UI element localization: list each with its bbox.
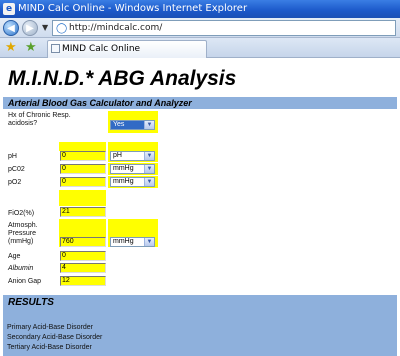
history-dropdown-icon[interactable]: ▼	[42, 23, 48, 32]
page-content: M.I.N.D.* ABG Analysis Arterial Blood Ga…	[0, 59, 400, 356]
albumin-input[interactable]: 4	[60, 263, 106, 273]
chronic-acidosis-label: Hx of Chronic Resp. acidosis?	[8, 112, 71, 127]
value-column-cell	[59, 142, 106, 151]
tertiary-disorder-label: Tertiary Acid-Base Disorder	[7, 344, 92, 351]
page-tab-icon	[51, 44, 60, 53]
url-text: http://mindcalc.com/	[69, 23, 163, 33]
pco2-input[interactable]: 0	[60, 164, 106, 174]
pco2-unit-select[interactable]: mmHg ▼	[110, 164, 155, 174]
ph-input[interactable]: 0	[60, 151, 106, 161]
back-button[interactable]: ◀	[3, 20, 19, 36]
ie-icon: e	[3, 3, 15, 15]
dropdown-arrow-icon: ▼	[144, 121, 154, 129]
anion-gap-label: Anion Gap	[8, 278, 42, 285]
fio2-label: FiO2(%)	[8, 210, 35, 217]
window-titlebar: e MIND Calc Online - Windows Internet Ex…	[0, 0, 400, 18]
favorites-star-icon[interactable]: ★	[5, 40, 17, 55]
po2-input[interactable]: 0	[60, 177, 106, 187]
address-toolbar: ◀ ▶ ▼ ◯ http://mindcalc.com/	[0, 18, 400, 38]
secondary-disorder-label: Secondary Acid-Base Disorder	[7, 334, 103, 341]
tab-toolbar: ★ ★ MIND Calc Online	[0, 38, 400, 58]
window-title: MIND Calc Online - Windows Internet Expl…	[18, 3, 248, 14]
atm-unit-select[interactable]: mmHg ▼	[110, 237, 155, 247]
fio2-input[interactable]: 21	[60, 207, 106, 217]
forward-icon: ▶	[26, 23, 34, 34]
anion-gap-input[interactable]: 12	[60, 276, 106, 286]
page-title: M.I.N.D.* ABG Analysis	[8, 67, 237, 90]
dropdown-arrow-icon: ▼	[144, 178, 154, 186]
po2-label: pO2	[8, 179, 22, 186]
calculator-section-header: Arterial Blood Gas Calculator and Analyz…	[3, 97, 397, 109]
add-favorites-icon[interactable]: ★	[25, 40, 37, 55]
dropdown-arrow-icon: ▼	[144, 165, 154, 173]
spacer-cell	[59, 190, 106, 206]
tab-label: MIND Calc Online	[62, 44, 141, 54]
dropdown-arrow-icon: ▼	[144, 152, 154, 160]
atm-pressure-label: Atmosph. Pressure (mmHg)	[8, 222, 38, 245]
albumin-label: Albumin	[8, 265, 34, 272]
results-title: RESULTS	[8, 297, 54, 308]
primary-disorder-label: Primary Acid-Base Disorder	[7, 324, 93, 331]
results-panel: RESULTS Primary Acid-Base Disorder Secon…	[3, 295, 397, 356]
dropdown-arrow-icon: ▼	[144, 238, 154, 246]
page-favicon-icon: ◯	[56, 23, 68, 34]
ph-unit-select[interactable]: pH ▼	[110, 151, 155, 161]
chronic-acidosis-select[interactable]: Yes ▼	[110, 120, 155, 130]
url-field[interactable]: ◯ http://mindcalc.com/	[52, 20, 396, 36]
forward-button[interactable]: ▶	[22, 20, 38, 36]
pco2-label: pC02	[8, 166, 25, 173]
ph-label: pH	[8, 153, 17, 160]
back-icon: ◀	[7, 23, 15, 34]
age-label: Age	[8, 253, 21, 260]
tab-mind-calc[interactable]: MIND Calc Online	[47, 40, 207, 58]
age-input[interactable]: 0	[60, 251, 106, 261]
po2-unit-select[interactable]: mmHg ▼	[110, 177, 155, 187]
atm-pressure-input[interactable]: 760	[60, 237, 106, 247]
